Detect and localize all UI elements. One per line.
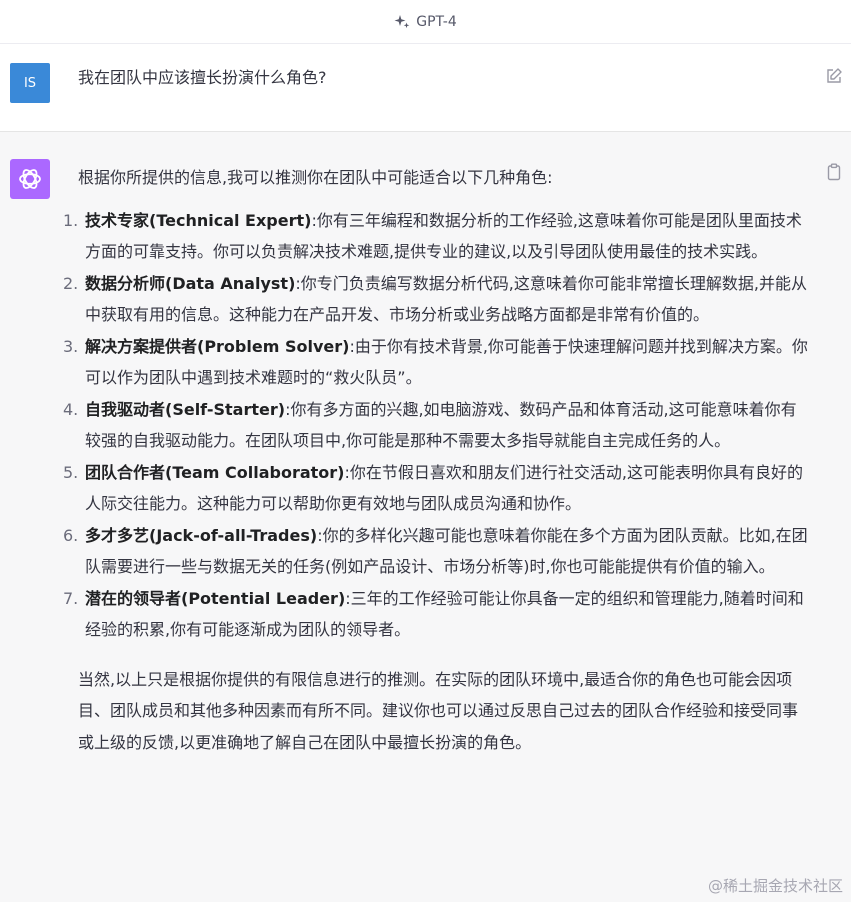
list-number: 3.: [63, 336, 79, 356]
response-conclusion: 当然,以上只是根据你提供的有限信息进行的推测。在实际的团队环境中,最适合你的角色…: [78, 669, 799, 752]
role-title: 团队合作者(Team Collaborator): [85, 462, 345, 482]
list-number: 2.: [63, 273, 79, 293]
list-item: 3. 解决方案提供者(Problem Solver):由于你有技术背景,你可能善于…: [63, 331, 808, 394]
chatgpt-logo-icon: [10, 159, 50, 199]
clipboard-icon[interactable]: [825, 163, 843, 181]
assistant-message-content: 根据你所提供的信息,我可以推测你在团队中可能适合以下几种角色: 1. 技术专家(T…: [63, 162, 808, 758]
role-title: 自我驱动者(Self-Starter): [85, 399, 286, 419]
list-number: 1.: [63, 210, 79, 230]
list-number: 7.: [63, 588, 79, 608]
model-name: GPT-4: [416, 13, 457, 30]
user-message-text: 我在团队中应该擅长扮演什么角色?: [78, 68, 327, 87]
list-item: 6. 多才多艺(Jack-of-all-Trades):你的多样化兴趣可能也意味着…: [63, 520, 808, 583]
role-title: 解决方案提供者(Problem Solver): [85, 336, 350, 356]
role-title: 数据分析师(Data Analyst): [85, 273, 296, 293]
role-title: 潜在的领导者(Potential Leader): [85, 588, 346, 608]
role-list: 1. 技术专家(Technical Expert):你有三年编程和数据分析的工作经…: [63, 205, 808, 646]
list-item: 2. 数据分析师(Data Analyst):你专门负责编写数据分析代码,这意味着…: [63, 268, 808, 331]
assistant-message: 根据你所提供的信息,我可以推测你在团队中可能适合以下几种角色: 1. 技术专家(T…: [0, 132, 851, 902]
watermark: @稀土掘金技术社区: [707, 877, 843, 895]
list-number: 4.: [63, 399, 79, 419]
role-title: 多才多艺(Jack-of-all-Trades): [85, 525, 318, 545]
list-number: 5.: [63, 462, 79, 482]
list-item: 1. 技术专家(Technical Expert):你有三年编程和数据分析的工作经…: [63, 205, 808, 268]
list-item: 4. 自我驱动者(Self-Starter):你有多方面的兴趣,如电脑游戏、数码产…: [63, 394, 808, 457]
list-item: 5. 团队合作者(Team Collaborator):你在节假日喜欢和朋友们进行…: [63, 457, 808, 520]
edit-icon[interactable]: [825, 67, 843, 85]
list-item: 7. 潜在的领导者(Potential Leader):三年的工作经验可能让你具备…: [63, 583, 808, 646]
user-message: IS 我在团队中应该擅长扮演什么角色?: [0, 44, 851, 132]
user-avatar: IS: [10, 63, 50, 103]
response-intro: 根据你所提供的信息,我可以推测你在团队中可能适合以下几种角色:: [78, 168, 553, 187]
role-title: 技术专家(Technical Expert): [85, 210, 312, 230]
list-number: 6.: [63, 525, 79, 545]
openai-knot-icon: [19, 169, 41, 189]
sparkle-icon: [394, 14, 410, 28]
model-header: GPT-4: [0, 0, 851, 44]
